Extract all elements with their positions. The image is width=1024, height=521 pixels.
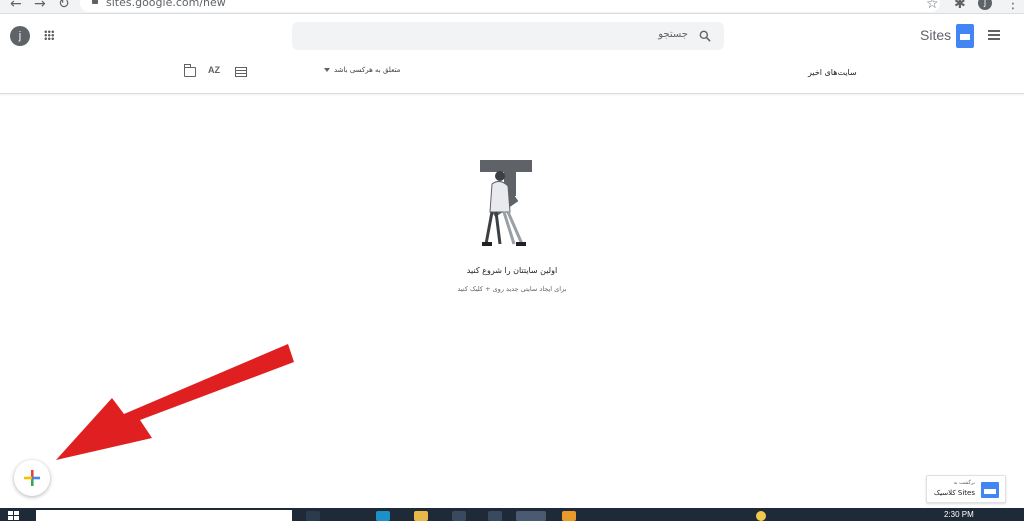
more-vert-icon[interactable]: ⋮ [1006, 0, 1020, 12]
star-icon[interactable]: ☆ [926, 0, 939, 12]
classic-link-line2: Sites کلاسیک [933, 489, 975, 497]
apps-grid-icon[interactable] [44, 30, 54, 40]
empty-state-title: اولین سایتتان را شروع کنید [466, 266, 558, 275]
app-header: j جستجو Sites [0, 16, 1024, 62]
caret-down-icon [324, 68, 330, 72]
browser-toolbar: ← → ↻ sites.google.com/new ☆ ✱ j ⋮ [0, 0, 1024, 14]
edge-icon[interactable] [376, 511, 390, 521]
mail-icon[interactable] [488, 511, 502, 521]
url-text: sites.google.com/new [106, 0, 226, 9]
lock-icon [92, 0, 98, 4]
classic-sites-link[interactable]: برگشت به Sites کلاسیک [926, 475, 1006, 503]
windows-taskbar: 2:30 PM [0, 508, 1024, 521]
extensions-icon[interactable]: ✱ [954, 0, 966, 12]
empty-state-illustration [480, 160, 532, 246]
create-site-button[interactable] [14, 460, 50, 496]
owner-filter-label: متعلق به هرکسی باشد [334, 66, 401, 74]
forward-icon[interactable]: → [34, 0, 46, 12]
app-taskbar-icon[interactable] [562, 511, 576, 521]
owner-filter-dropdown[interactable]: متعلق به هرکسی باشد [324, 66, 400, 74]
chrome-taskbar-icon[interactable] [516, 511, 546, 521]
classic-sites-icon [981, 482, 999, 498]
search-placeholder: جستجو [658, 29, 688, 40]
weather-icon[interactable] [756, 511, 766, 521]
store-icon[interactable] [452, 511, 466, 521]
classic-link-line1: برگشت به [953, 480, 975, 486]
windows-start-icon[interactable] [8, 511, 20, 521]
annotation-arrow [56, 344, 294, 460]
address-bar[interactable]: sites.google.com/new [80, 0, 940, 12]
empty-state-subtitle: برای ایجاد سایتی جدید روی + کلیک کنید [457, 285, 567, 293]
search-input[interactable]: جستجو [292, 22, 724, 50]
reload-icon[interactable]: ↻ [58, 0, 70, 12]
plus-icon [24, 470, 40, 486]
account-avatar[interactable]: j [10, 26, 30, 46]
task-view-icon[interactable] [306, 511, 320, 521]
list-view-icon[interactable] [235, 67, 247, 77]
search-icon[interactable] [698, 29, 712, 43]
main-menu-icon[interactable] [988, 30, 1000, 40]
folder-icon[interactable] [184, 64, 196, 77]
back-icon[interactable]: ← [10, 0, 22, 12]
sites-toolbar: AZ متعلق به هرکسی باشد سایت‌های اخیر [0, 62, 1024, 94]
taskbar-search-input[interactable] [36, 510, 292, 521]
taskbar-clock[interactable]: 2:30 PM [944, 510, 974, 519]
file-explorer-icon[interactable] [414, 511, 428, 521]
recent-sites-title: سایت‌های اخیر [808, 68, 857, 77]
sort-az-icon[interactable]: AZ [208, 65, 220, 75]
product-name: Sites [920, 27, 952, 43]
sites-logo [956, 24, 974, 48]
profile-avatar[interactable]: j [978, 0, 992, 10]
